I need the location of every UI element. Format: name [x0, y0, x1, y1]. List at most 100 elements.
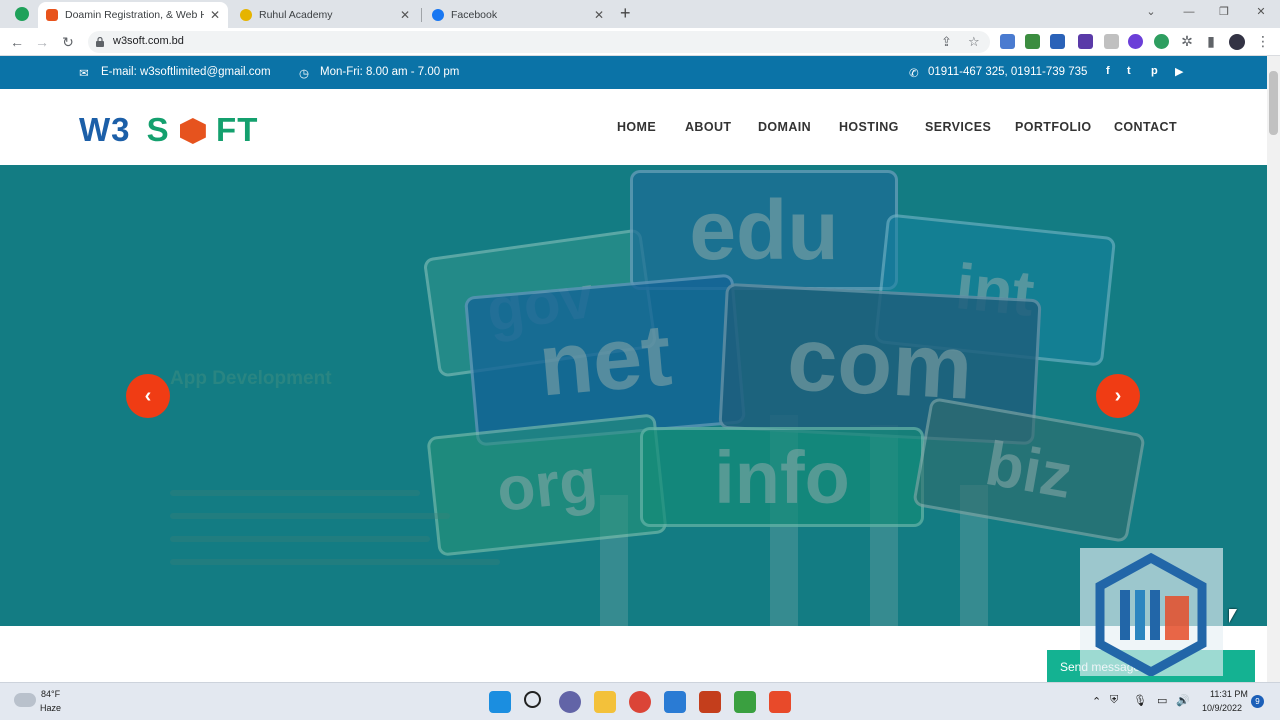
extension-icon-7[interactable]: [1154, 34, 1169, 49]
slider-next-button[interactable]: ›: [1096, 374, 1140, 418]
network-icon[interactable]: ▭: [1157, 694, 1167, 707]
domain-sign-biz: biz: [912, 396, 1146, 544]
w3soft-watermark-logo: [1080, 548, 1223, 678]
email-icon: ✉: [79, 68, 89, 80]
nav-contact[interactable]: CONTACT: [1114, 120, 1177, 134]
address-bar[interactable]: w3soft.com.bd ⇪ ☆: [88, 31, 990, 53]
weather-cloud-icon: [14, 693, 36, 707]
new-tab-button[interactable]: +: [620, 3, 631, 24]
ruhul-favicon-icon: [240, 9, 252, 21]
profile-icon[interactable]: [15, 7, 29, 21]
phone-text[interactable]: 01911-467 325, 01911-739 735: [928, 66, 1087, 78]
logo-ft: FT: [216, 111, 259, 148]
logo-w3: W3: [79, 111, 131, 148]
back-arrow-icon[interactable]: ←: [8, 33, 26, 51]
close-tab-icon[interactable]: ✕: [210, 8, 220, 22]
tray-chevron-icon[interactable]: ⌃: [1092, 695, 1101, 708]
minimize-button[interactable]: —: [1172, 0, 1206, 24]
twitter-icon[interactable]: t: [1127, 65, 1131, 77]
nav-home[interactable]: HOME: [617, 120, 656, 134]
browser-tab-strip: Doamin Registration, & Web Ho ✕ Ruhul Ac…: [0, 0, 1280, 28]
camtasia-recorder-icon[interactable]: [769, 691, 791, 713]
nav-hosting[interactable]: HOSTING: [839, 120, 899, 134]
mouse-cursor-icon: [1229, 609, 1237, 623]
nav-portfolio[interactable]: PORTFOLIO: [1015, 120, 1092, 134]
camtasia-green-icon[interactable]: [734, 691, 756, 713]
slide-text-line: [170, 490, 420, 496]
extensions-puzzle-icon[interactable]: ✲: [1178, 32, 1196, 50]
close-tab-icon[interactable]: ✕: [594, 8, 604, 22]
vscode-icon[interactable]: [664, 691, 686, 713]
temperature-text: 84°F: [41, 689, 61, 699]
menu-kebab-icon[interactable]: ⋮: [1254, 32, 1272, 50]
powerpoint-icon[interactable]: [699, 691, 721, 713]
tab-w3soft[interactable]: Doamin Registration, & Web Ho ✕: [38, 2, 228, 28]
domain-sign-info: info: [640, 427, 924, 527]
facebook-icon[interactable]: f: [1106, 65, 1110, 77]
extension-icon-2[interactable]: [1025, 34, 1040, 49]
slide-text-line: [170, 536, 430, 542]
clock-time[interactable]: 11:31 PM: [1210, 689, 1248, 699]
avatar[interactable]: [1229, 34, 1245, 50]
clock-icon: ◷: [299, 68, 310, 80]
extension-icon-3[interactable]: [1050, 34, 1065, 49]
site-logo[interactable]: W3 S FT: [79, 111, 258, 149]
volume-icon[interactable]: 🔊: [1176, 694, 1190, 707]
site-header: W3 S FT HOME ABOUT DOMAIN HOSTING SERVIC…: [0, 89, 1267, 165]
close-window-button[interactable]: ✕: [1244, 0, 1278, 24]
slide-text-line: [170, 513, 450, 519]
slide-caption: App Development: [170, 368, 332, 389]
slider-prev-button[interactable]: ‹: [126, 374, 170, 418]
tab-facebook[interactable]: Facebook ✕: [424, 2, 612, 28]
w3soft-favicon-icon: [46, 9, 58, 21]
tab-divider: [421, 8, 422, 22]
page-scrollbar[interactable]: [1267, 56, 1280, 682]
extension-icon-4[interactable]: [1078, 34, 1093, 49]
chrome-icon[interactable]: [629, 691, 651, 713]
search-icon[interactable]: [524, 691, 541, 708]
domain-sign-org: org: [426, 413, 668, 557]
maximize-button[interactable]: ❐: [1207, 0, 1241, 24]
microphone-icon[interactable]: 🎙: [1133, 694, 1147, 707]
hero-slider: gov edu int net com org info biz App Dev…: [0, 165, 1267, 626]
extension-icon-5[interactable]: [1104, 34, 1119, 49]
start-windows-icon[interactable]: [489, 691, 511, 713]
tab-label: Doamin Registration, & Web Ho: [65, 9, 204, 21]
hexagon-logo-icon: [1095, 552, 1207, 678]
file-explorer-icon[interactable]: [594, 691, 616, 713]
bookmark-star-icon[interactable]: ☆: [968, 34, 980, 50]
notification-badge[interactable]: 9: [1251, 695, 1264, 708]
teams-chat-icon[interactable]: [559, 691, 581, 713]
tab-label: Facebook: [451, 9, 498, 21]
domain-sign-edu: edu: [630, 170, 898, 290]
scrollbar-thumb[interactable]: [1269, 71, 1278, 135]
logo-s: S: [146, 111, 170, 148]
share-icon[interactable]: ⇪: [941, 34, 952, 50]
pinterest-icon[interactable]: p: [1151, 65, 1158, 77]
nav-domain[interactable]: DOMAIN: [758, 120, 811, 134]
clock-date[interactable]: 10/9/2022: [1202, 703, 1242, 713]
security-shield-icon: ⛨: [1110, 694, 1119, 706]
tab-label: Ruhul Academy: [259, 9, 333, 21]
reload-icon[interactable]: ↻: [59, 33, 77, 51]
youtube-icon[interactable]: ▶: [1175, 65, 1183, 78]
slide-text-line: [170, 559, 500, 565]
url-text: w3soft.com.bd: [113, 35, 184, 47]
nav-about[interactable]: ABOUT: [685, 120, 731, 134]
nav-services[interactable]: SERVICES: [925, 120, 991, 134]
phone-icon: ✆: [909, 68, 919, 80]
side-panel-icon[interactable]: ▮: [1202, 32, 1220, 50]
facebook-favicon-icon: [432, 9, 444, 21]
extension-icon-6[interactable]: [1128, 34, 1143, 49]
lock-icon: [96, 37, 104, 47]
forward-arrow-icon[interactable]: →: [33, 33, 51, 51]
tab-search-button[interactable]: ⌄: [1134, 0, 1168, 24]
hours-text: Mon-Fri: 8.00 am - 7.00 pm: [320, 66, 460, 78]
email-text[interactable]: E-mail: w3softlimited@gmail.com: [101, 66, 271, 78]
contact-info-bar: ✉ E-mail: w3softlimited@gmail.com ◷ Mon-…: [0, 56, 1267, 89]
weather-text: Haze: [40, 703, 62, 713]
tab-ruhul-academy[interactable]: Ruhul Academy ✕: [232, 2, 418, 28]
logo-hexagon-icon: [179, 118, 206, 144]
extension-icon-1[interactable]: [1000, 34, 1015, 49]
close-tab-icon[interactable]: ✕: [400, 8, 410, 22]
